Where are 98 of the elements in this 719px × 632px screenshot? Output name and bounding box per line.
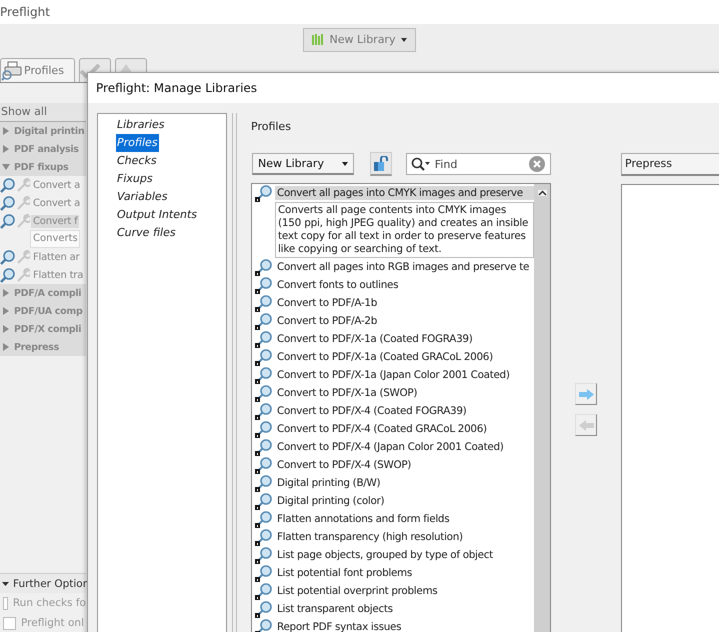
wrench-icon [16,214,30,228]
locked-magnifier-icon [255,420,273,438]
profile-item[interactable]: Convert all pages into CMYK images and preserve [275,186,534,200]
magnifier-icon [0,178,15,192]
profile-item[interactable]: Digital printing (color) [275,494,534,508]
magnifier-icon [0,214,15,228]
category-item[interactable]: Variables [116,188,168,206]
profile-item[interactable]: Convert to PDF/X-1a (SWOP) [275,386,534,400]
profile-item[interactable]: Report PDF syntax issues [275,620,534,632]
window-title: Preflight [0,5,50,19]
collapse-arrow-icon [2,163,10,171]
locked-magnifier-icon [255,384,273,402]
profile-item[interactable]: Convert to PDF/A-2b [275,314,534,328]
wrench-icon [16,196,30,210]
right-arrow-icon [578,388,594,400]
fixup-description: Converts [30,230,80,248]
profile-item[interactable]: Convert to PDF/X-4 (Japan Color 2001 Coated) [275,440,534,454]
profile-item[interactable]: List potential overprint problems [275,584,534,598]
category-item[interactable]: Fixups [116,170,154,188]
magnifier-icon [0,196,15,210]
profile-item[interactable]: Convert to PDF/X-4 (Coated GRACoL 2006) [275,422,534,436]
dialog-title: Preflight: Manage Libraries [96,81,258,95]
locked-magnifier-icon [255,528,273,546]
remove-button[interactable] [575,414,597,436]
locked-magnifier-icon [255,366,273,384]
checkbox[interactable] [3,596,8,610]
scroll-up-icon[interactable] [538,190,546,196]
locked-magnifier-icon [255,438,273,456]
profile-item[interactable]: Convert all pages into RGB images and preserve te [275,260,534,274]
padlock-icon [374,156,388,171]
profile-item[interactable]: Flatten transparency (high resolution) [275,530,534,544]
category-item[interactable]: Checks [116,152,158,170]
locked-magnifier-icon [255,582,273,600]
profile-item[interactable]: Flatten annotations and form fields [275,512,534,526]
scrollbar[interactable] [534,184,550,632]
expand-arrow-icon [2,343,10,351]
profile-item[interactable]: Convert fonts to outlines [275,278,534,292]
profile-item[interactable]: List potential font problems [275,566,534,580]
category-item[interactable]: Profiles [116,134,159,152]
filter-dropdown[interactable]: Show all [0,103,86,122]
wrench-icon [16,178,30,192]
profile-item[interactable]: List page objects, grouped by type of object [275,548,534,562]
locked-magnifier-icon [255,348,273,366]
section-heading: Profiles [251,120,292,135]
locked-magnifier-icon [255,492,273,510]
locked-magnifier-icon [255,312,273,330]
locked-magnifier-icon [255,402,273,420]
target-dropdown[interactable]: Prepress [621,153,719,176]
search-input[interactable]: Find [434,158,525,170]
caret-icon [342,162,348,166]
checkbox[interactable] [3,616,16,630]
expand-arrow-icon [2,127,10,135]
locked-magnifier-icon [255,258,273,276]
category-item[interactable]: Libraries [116,116,166,134]
locked-magnifier-icon [255,330,273,348]
locked-magnifier-icon [255,546,273,564]
expand-arrow-icon [2,145,10,153]
collapse-arrow-icon [2,580,9,586]
clear-icon[interactable] [528,156,545,172]
profile-item[interactable]: List transparent objects [275,602,534,616]
bar-chart-icon [312,34,324,45]
profile-item[interactable]: Convert to PDF/X-4 (Coated FOGRA39) [275,404,534,418]
search-field[interactable]: Find [406,153,551,175]
unlock-button[interactable] [370,152,392,176]
locked-magnifier-icon [255,276,273,294]
expand-arrow-icon [2,307,10,315]
locked-magnifier-icon [255,510,273,528]
magnifier-icon [0,250,15,264]
locked-magnifier-icon [255,618,273,632]
locked-magnifier-icon [255,456,273,474]
profile-item[interactable]: Digital printing (B/W) [275,476,534,490]
category-item[interactable]: Curve files [116,224,177,242]
locked-magnifier-icon [255,474,273,492]
profile-item[interactable]: Convert to PDF/X-1a (Coated GRACoL 2006) [275,350,534,364]
profile-item[interactable]: Convert to PDF/X-1a (Coated FOGRA39) [275,332,534,346]
checkbox-label: Run checks fo [12,597,86,609]
left-arrow-icon [578,420,594,430]
caret-icon [401,38,408,42]
category-item[interactable]: Output Intents [116,206,198,224]
profile-item[interactable]: Convert to PDF/A-1b [275,296,534,310]
checkbox-label: Preflight onl [21,617,84,629]
locked-magnifier-icon [255,294,273,312]
checkmark-icon [80,64,100,78]
expand-arrow-icon [2,325,10,333]
wrench-icon [16,250,30,264]
printer-icon [1,60,22,80]
profile-description: Converts all page contents into CMYK images (150 ppi, high JPEG quality) and creates an insible text copy for all text in order to preserve features like copying or searching of text. [275,202,534,258]
wrench-icon [16,268,30,282]
locked-magnifier-icon [255,564,273,582]
library-dropdown[interactable]: New Library [252,153,354,175]
add-button[interactable] [575,383,597,405]
magnifier-icon [0,268,15,282]
profile-item[interactable]: Convert to PDF/X-1a (Japan Color 2001 Coated) [275,368,534,382]
profile-item[interactable]: Convert to PDF/X-4 (SWOP) [275,458,534,472]
locked-magnifier-icon [255,600,273,618]
expand-arrow-icon [2,289,10,297]
tab[interactable]: Profiles [0,58,75,82]
search-icon [410,157,431,171]
